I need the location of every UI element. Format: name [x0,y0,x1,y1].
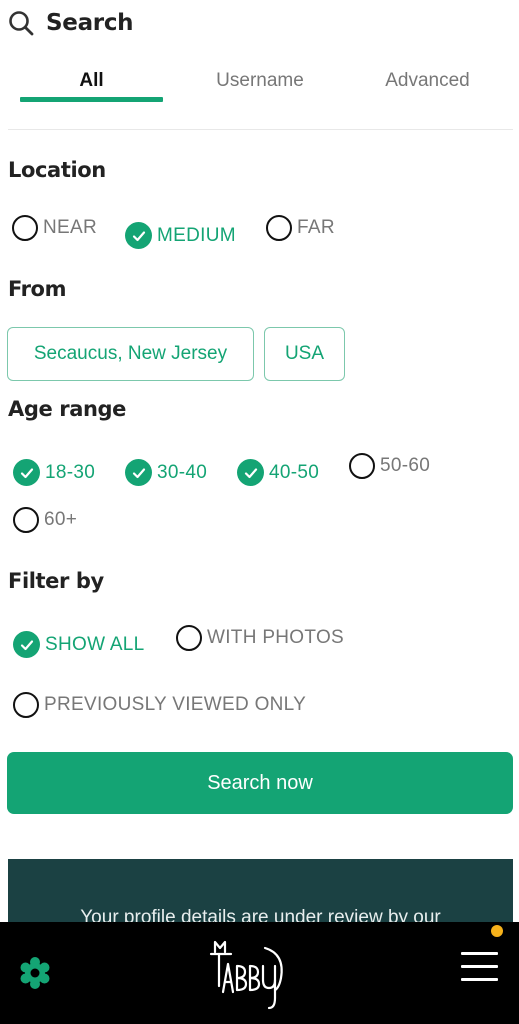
radio-unchecked-icon [349,453,375,479]
age-range-heading: Age range [8,397,126,421]
country-chip[interactable]: USA [264,327,345,381]
tab-advanced[interactable]: Advanced [355,70,500,92]
divider [8,129,513,130]
checkmark-icon [125,459,152,486]
option-label: NEAR [43,217,97,238]
checkmark-icon [125,222,152,249]
radio-unchecked-icon [176,625,202,651]
from-heading: From [8,277,67,301]
checkmark-icon [13,631,40,658]
active-tab-indicator [20,97,163,102]
option-label: 18-30 [45,461,96,483]
page-header: Search [8,10,134,36]
tab-all[interactable]: All [20,70,163,92]
radio-unchecked-icon [13,692,39,718]
filter-by-heading: Filter by [8,569,104,593]
filter-option-with-photos[interactable]: WITH PHOTOS [176,625,344,651]
city-chip[interactable]: Secaucus, New Jersey [7,327,254,381]
logo-text: TABBY [287,938,288,939]
option-label: 60+ [44,509,78,530]
search-tabs: All Username Advanced [0,60,519,110]
age-option-30-40[interactable]: 30-40 [125,459,207,486]
checkmark-icon [237,459,264,486]
tab-username[interactable]: Username [180,70,340,92]
search-now-button[interactable]: Search now [7,752,513,814]
age-option-60-plus[interactable]: 60+ [13,507,77,533]
age-option-18-30[interactable]: 18-30 [13,459,95,486]
notification-dot [491,925,503,937]
menu-icon[interactable] [461,952,498,984]
option-label: 50-60 [380,455,431,476]
search-icon [8,10,34,36]
location-option-far[interactable]: FAR [266,215,335,241]
bottom-navigation: TABBY [0,922,519,1024]
option-label: 40-50 [269,461,320,483]
option-label: 30-40 [157,461,208,483]
option-label: WITH PHOTOS [207,627,345,648]
gear-icon[interactable] [18,956,52,995]
age-option-50-60[interactable]: 50-60 [349,453,430,479]
checkmark-icon [13,459,40,486]
option-label: MEDIUM [157,224,236,246]
option-label: SHOW ALL [45,633,145,655]
radio-unchecked-icon [13,507,39,533]
filter-option-show-all[interactable]: SHOW ALL [13,631,145,658]
location-option-medium[interactable]: MEDIUM [125,222,236,249]
location-heading: Location [8,158,106,182]
location-option-near[interactable]: NEAR [12,215,97,241]
radio-unchecked-icon [12,215,38,241]
option-label: FAR [297,217,335,238]
tabby-logo[interactable]: TABBY [207,938,287,1012]
radio-unchecked-icon [266,215,292,241]
age-option-40-50[interactable]: 40-50 [237,459,319,486]
page-title: Search [46,10,134,36]
filter-option-previously-viewed[interactable]: PREVIOUSLY VIEWED ONLY [13,692,306,718]
option-label: PREVIOUSLY VIEWED ONLY [44,694,307,715]
